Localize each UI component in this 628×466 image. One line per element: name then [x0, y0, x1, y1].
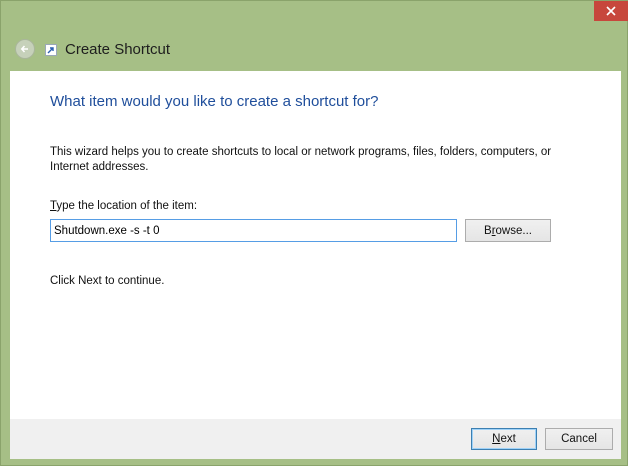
- location-label: Type the location of the item:: [50, 200, 197, 212]
- browse-label-post: owse...: [495, 224, 532, 237]
- next-label-accelerator: N: [492, 433, 501, 445]
- browse-label-pre: B: [484, 224, 492, 237]
- wizard-titlebar: Create Shortcut: [9, 31, 589, 67]
- shortcut-icon: [45, 43, 57, 56]
- close-button[interactable]: [594, 1, 628, 21]
- next-label-text: ext: [500, 433, 516, 445]
- wizard-content: What item would you like to create a sho…: [10, 71, 621, 419]
- continue-hint: Click Next to continue.: [50, 275, 165, 287]
- next-button[interactable]: Next: [471, 428, 537, 450]
- cancel-button[interactable]: Cancel: [545, 428, 613, 450]
- wizard-footer: Next Cancel: [10, 419, 621, 459]
- wizard-heading: What item would you like to create a sho…: [50, 93, 379, 110]
- back-button[interactable]: [15, 39, 35, 59]
- browse-button[interactable]: Br owse...: [465, 219, 551, 242]
- location-label-text: ype the location of the item:: [56, 200, 198, 212]
- create-shortcut-window: Create Shortcut What item would you like…: [0, 0, 628, 466]
- back-arrow-icon: [20, 45, 28, 53]
- wizard-description: This wizard helps you to create shortcut…: [50, 146, 552, 173]
- close-icon: [606, 6, 616, 16]
- window-title: Create Shortcut: [65, 40, 171, 58]
- location-input[interactable]: [50, 219, 457, 242]
